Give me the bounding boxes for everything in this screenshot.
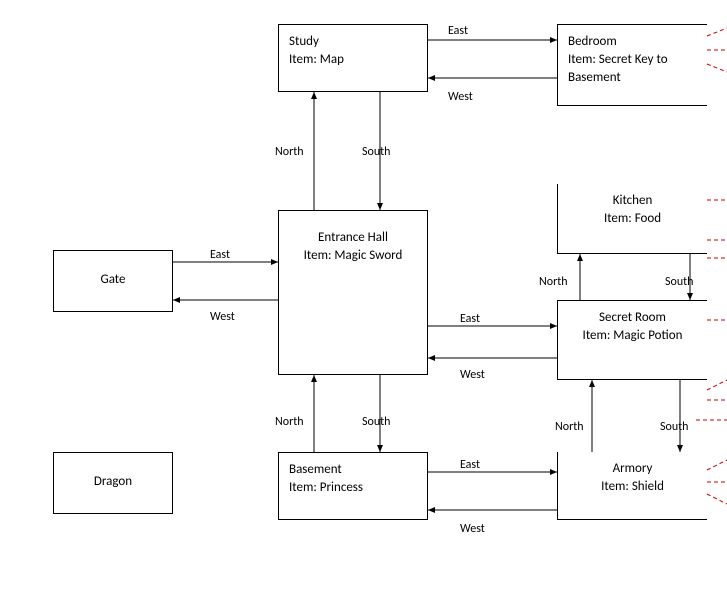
room-title: Basement [289, 461, 417, 479]
room-title: Bedroom [568, 33, 697, 51]
room-dragon: Dragon [53, 452, 173, 514]
room-item: Item: Magic Potion [568, 327, 697, 345]
dir-label-south: South [665, 275, 693, 289]
dir-label-west: West [210, 310, 235, 324]
room-secret-room: Secret Room Item: Magic Potion [557, 300, 707, 380]
room-kitchen: Kitchen Item: Food [557, 184, 707, 254]
room-title: Kitchen [568, 192, 697, 210]
room-basement: Basement Item: Princess [278, 452, 428, 520]
room-gate: Gate [53, 250, 173, 312]
room-study: Study Item: Map [278, 24, 428, 92]
room-armory: Armory Item: Shield [557, 452, 707, 520]
dir-label-north: North [539, 275, 568, 289]
room-bedroom: Bedroom Item: Secret Key to Basement [557, 24, 707, 106]
dir-label-west: West [460, 522, 485, 536]
room-item: Item: Food [568, 210, 697, 228]
room-item: Item: Map [289, 51, 417, 69]
room-title: Entrance Hall [289, 229, 417, 247]
room-item: Item: Magic Sword [289, 247, 417, 265]
room-item: Item: Princess [289, 479, 417, 497]
room-title: Dragon [64, 473, 162, 491]
room-title: Secret Room [568, 309, 697, 327]
dir-label-west: West [460, 368, 485, 382]
dir-label-south: South [362, 145, 390, 159]
dir-label-east: East [460, 312, 480, 326]
dir-label-south: South [362, 415, 390, 429]
dir-label-east: East [460, 458, 480, 472]
room-title: Gate [64, 271, 162, 289]
room-title: Study [289, 33, 417, 51]
dir-label-east: East [210, 248, 230, 262]
room-item: Item: Secret Key to Basement [568, 51, 697, 87]
dir-label-south: South [660, 420, 688, 434]
room-title: Armory [568, 460, 697, 478]
dir-label-west: West [448, 90, 473, 104]
dir-label-north: North [275, 415, 304, 429]
dir-label-north: North [275, 145, 304, 159]
room-entrance-hall: Entrance Hall Item: Magic Sword [278, 210, 428, 375]
dir-label-east: East [448, 24, 468, 38]
diagram-canvas: Study Item: Map Bedroom Item: Secret Key… [0, 0, 727, 597]
dir-label-north: North [555, 420, 584, 434]
room-item: Item: Shield [568, 478, 697, 496]
